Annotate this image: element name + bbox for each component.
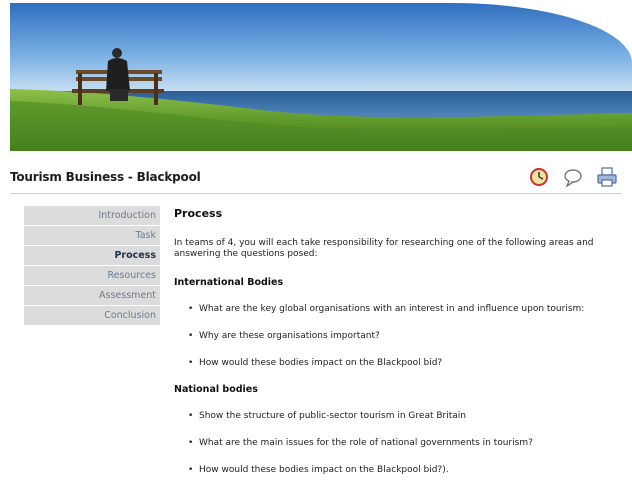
national-bullet-list: Show the structure of public-sector tour… [188,411,618,480]
printer-icon[interactable] [596,166,618,188]
sidebar-item-conclusion[interactable]: Conclusion [24,306,160,325]
hero-banner [10,3,632,151]
list-item: Why are these organisations important? [188,331,618,358]
sidebar-item-resources[interactable]: Resources [24,266,160,285]
sidebar-item-task[interactable]: Task [24,226,160,245]
section-heading-international: International Bodies [174,277,284,288]
title-bar: Tourism Business - Blackpool [10,160,622,194]
international-bullet-list: What are the key global organisations wi… [188,304,618,385]
sidebar-nav: Introduction Task Process Resources Asse… [24,206,160,326]
sidebar-item-introduction[interactable]: Introduction [24,206,160,225]
sidebar-item-assessment[interactable]: Assessment [24,286,160,305]
list-item: How would these bodies impact on the Bla… [188,465,618,480]
list-item: Show the structure of public-sector tour… [188,411,618,438]
section-heading-national: National bodies [174,384,258,395]
intro-text: In teams of 4, you will each take respon… [174,238,594,259]
comment-icon[interactable] [562,166,584,188]
content-heading: Process [174,207,223,220]
page-title: Tourism Business - Blackpool [10,170,201,184]
list-item: What are the key global organisations wi… [188,304,618,331]
clock-icon[interactable] [528,166,550,188]
sidebar-item-process[interactable]: Process [24,246,160,265]
hero-image [10,3,632,151]
list-item: How would these bodies impact on the Bla… [188,358,618,385]
list-item: What are the main issues for the role of… [188,438,618,465]
